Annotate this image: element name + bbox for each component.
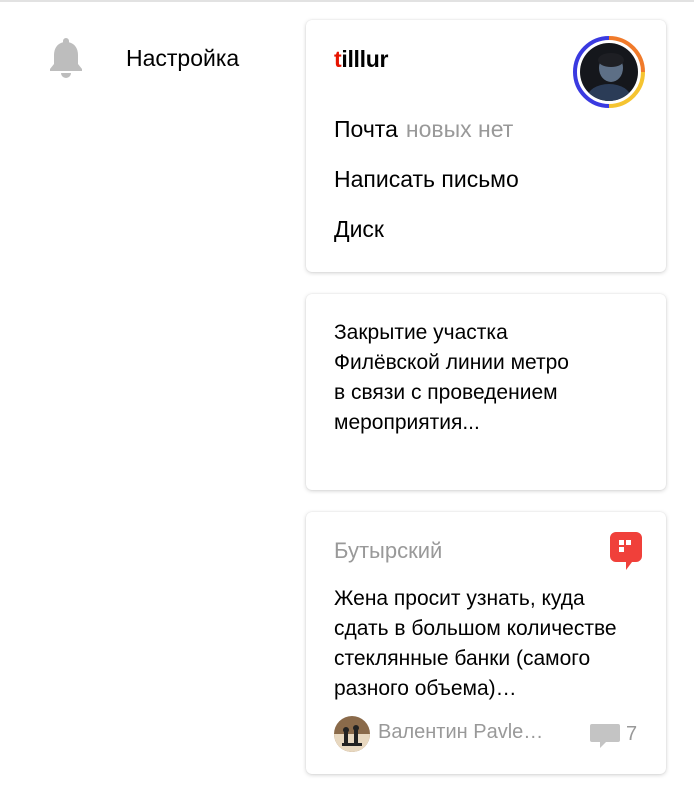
post-text[interactable]: Жена просит узнать, куда сдать в большом… — [334, 584, 644, 704]
author-avatar[interactable] — [334, 716, 370, 752]
district-badge-icon — [610, 532, 642, 570]
news-card[interactable]: Закрытие участка Филёвской линии метро в… — [306, 294, 666, 490]
disk-label: Диск — [334, 216, 384, 242]
news-headline[interactable]: Закрытие участка Филёвской линии метро в… — [334, 318, 574, 438]
menu-item-disk[interactable]: Диск — [334, 216, 384, 243]
comment-count: 7 — [626, 723, 638, 745]
mail-status: новых нет — [405, 116, 514, 142]
top-divider — [0, 0, 694, 2]
username-rest: illlur — [341, 46, 389, 72]
author-name[interactable]: Валентин Pavle… — [378, 721, 568, 744]
user-avatar[interactable] — [573, 36, 645, 108]
settings-link[interactable]: Настройка — [126, 45, 239, 72]
account-card: tilllur Почта новых нет Написать письмо Д… — [306, 20, 666, 272]
comment-icon[interactable] — [590, 724, 620, 748]
menu-item-compose[interactable]: Написать письмо — [334, 166, 519, 193]
mail-label: Почта — [334, 116, 398, 142]
district-name[interactable]: Бутырский — [334, 538, 442, 564]
menu-item-mail[interactable]: Почта новых нет — [334, 116, 513, 143]
district-post-card[interactable]: Бутырский Жена просит узнать, куда сдать… — [306, 512, 666, 774]
compose-label: Написать письмо — [334, 166, 519, 192]
bell-icon[interactable] — [46, 36, 86, 80]
username[interactable]: tilllur — [334, 46, 388, 73]
